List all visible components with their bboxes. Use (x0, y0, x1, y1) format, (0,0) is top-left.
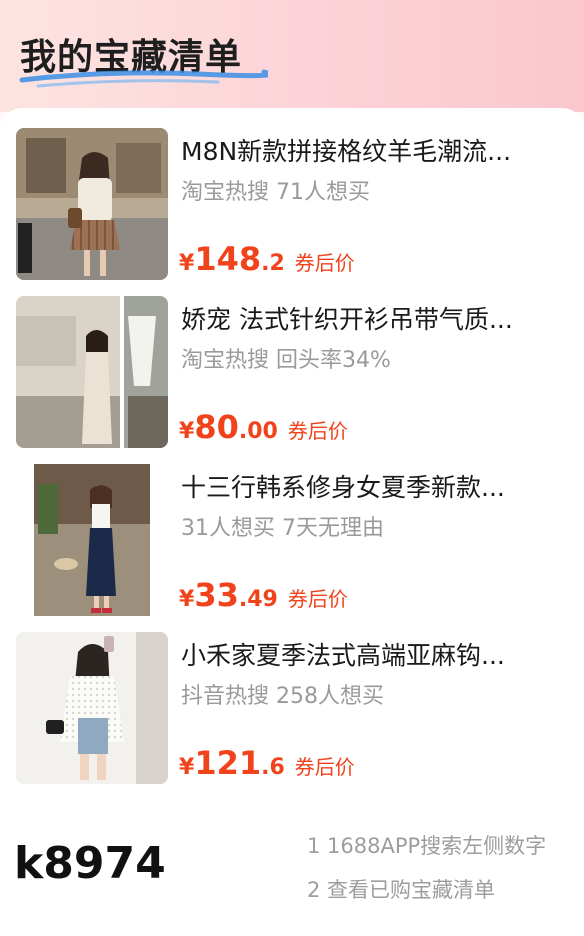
product-price: ¥121.6 券后价 (179, 744, 355, 782)
product-title[interactable]: 十三行韩系修身女夏季新款... (181, 468, 561, 504)
price-integer: 148 (194, 240, 262, 278)
product-price: ¥148.2 券后价 (179, 240, 355, 278)
price-currency: ¥ (179, 755, 195, 780)
price-integer: 80 (194, 408, 239, 446)
price-integer: 121 (194, 744, 262, 782)
product-price: ¥33.49 券后价 (179, 576, 348, 614)
product-subtitle: 31人想买 7天无理由 (181, 516, 384, 541)
price-currency: ¥ (179, 587, 195, 612)
product-title[interactable]: 小禾家夏季法式高端亚麻钩... (181, 636, 561, 672)
product-image[interactable] (16, 296, 168, 448)
header-banner: 我的宝藏清单 (0, 0, 584, 112)
price-decimal: .00 (238, 419, 278, 444)
price-tag: 券后价 (287, 587, 348, 611)
product-subtitle: 抖音热搜 258人想买 (181, 684, 384, 709)
product-image[interactable] (16, 128, 168, 280)
title-underline-brush (19, 69, 268, 88)
price-tag: 券后价 (294, 251, 355, 275)
product-title[interactable]: 娇宠 法式针织开衫吊带气质... (181, 300, 561, 336)
product-item[interactable]: 十三行韩系修身女夏季新款... 31人想买 7天无理由 ¥33.49 券后价 (16, 464, 568, 616)
price-tag: 券后价 (294, 755, 355, 779)
product-subtitle: 淘宝热搜 回头率34% (181, 348, 391, 373)
hint-step-1: 1 1688APP搜索左侧数字 (307, 834, 547, 858)
price-decimal: .2 (261, 251, 285, 276)
price-tag: 券后价 (287, 419, 348, 443)
hint-step-2: 2 查看已购宝藏清单 (307, 878, 496, 902)
product-subtitle: 淘宝热搜 71人想买 (181, 180, 370, 205)
product-title[interactable]: M8N新款拼接格纹羊毛潮流... (181, 132, 561, 168)
product-image[interactable] (16, 632, 168, 784)
price-currency: ¥ (179, 251, 195, 276)
price-currency: ¥ (179, 419, 195, 444)
product-item[interactable]: 小禾家夏季法式高端亚麻钩... 抖音热搜 258人想买 ¥121.6 券后价 (16, 632, 568, 784)
product-item[interactable]: M8N新款拼接格纹羊毛潮流... 淘宝热搜 71人想买 ¥148.2 券后价 (16, 128, 568, 280)
price-decimal: .49 (238, 587, 278, 612)
product-item[interactable]: 娇宠 法式针织开衫吊带气质... 淘宝热搜 回头率34% ¥80.00 券后价 (16, 296, 568, 448)
price-decimal: .6 (261, 755, 285, 780)
search-code: k8974 (14, 838, 166, 889)
price-integer: 33 (194, 576, 239, 614)
product-image[interactable] (16, 464, 168, 616)
product-price: ¥80.00 券后价 (179, 408, 348, 446)
